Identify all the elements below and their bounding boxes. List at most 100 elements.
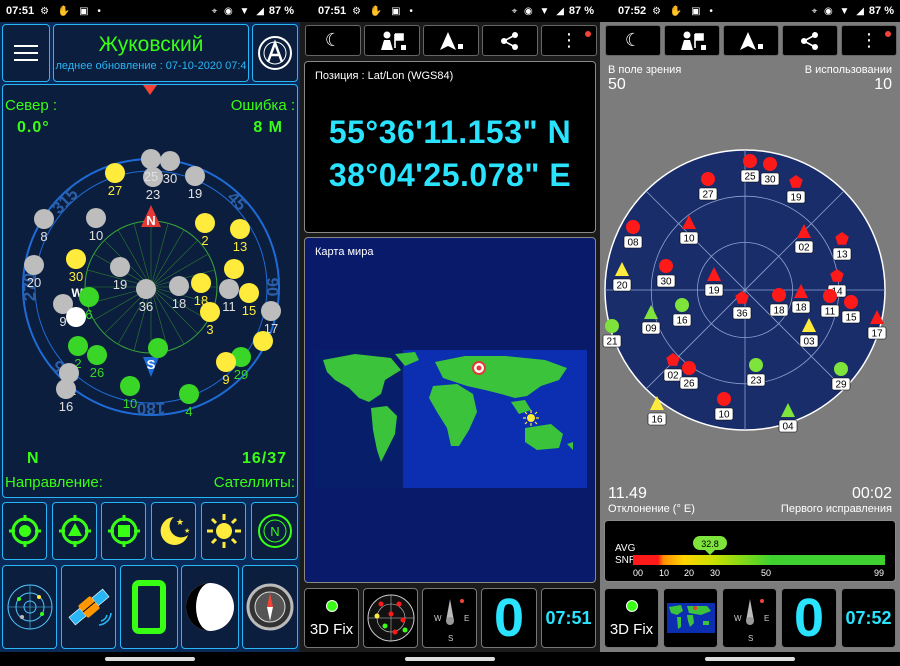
svg-text:E: E [464,614,469,623]
navigation-button[interactable] [423,25,479,56]
home-gesture-pill[interactable] [705,657,795,661]
satellite-dot: 11 [219,279,239,314]
radar-degree-label: 315 [48,184,81,217]
compass-button[interactable]: N [251,502,298,560]
satellite-dot: 30 [66,249,86,284]
satellite-dot: 25 [141,149,161,184]
moon-phase-icon [186,583,234,631]
square-target-button[interactable] [101,502,146,560]
compass-dial-button[interactable] [242,565,298,649]
night-mode-button[interactable]: ☾ [305,25,361,56]
counter-display: 0 [781,588,837,648]
satellite-dot: 36 [136,279,156,314]
satellite-id: 6 [85,307,92,322]
satellite-dot: 19 [110,257,130,292]
night-mode-button[interactable]: ★ ★ [151,502,196,560]
skyplot-satellite-id: 19 [708,286,720,297]
compass-thumb-button[interactable]: W E S [422,588,477,648]
menu-button[interactable] [2,24,50,82]
status-time: 07:51 [6,5,35,17]
home-gesture-pill[interactable] [405,657,495,661]
svg-text:S: S [748,634,753,643]
nav-bar [300,652,600,666]
fix-status-button[interactable]: 3D Fix [604,588,659,648]
direction-label: Направление: [5,474,103,491]
satellite-id: 3 [206,322,213,337]
moon-phase-button[interactable] [181,565,239,649]
skyplot-satellite-id: 10 [718,410,730,421]
share-button[interactable] [482,25,538,56]
svg-text:32.8: 32.8 [701,539,719,549]
skyplot-satellite-id: 25 [744,172,756,183]
skyplot-satellite-id: 19 [790,193,802,204]
satellite-dot: 10 [120,376,140,411]
skyplot-satellite-id: 29 [835,380,847,391]
satellite-id: 10 [123,396,137,411]
fix-status-button[interactable]: 3D Fix [304,588,359,648]
satellite-id: 18 [172,296,186,311]
skyplot-satellite-id: 26 [683,379,695,390]
satellite-dot [148,338,168,358]
skyplot-satellite-id: 03 [803,337,815,348]
satellite-id: 19 [188,186,202,201]
satellite-icon [68,588,112,626]
skyplot-satellite-id: 09 [645,324,657,335]
system-icons: ⌖ ◉ ▼ ◢ [211,5,266,17]
satellite-id: 27 [108,183,122,198]
compass-thumb-button[interactable]: W E S [722,588,777,648]
notification-icons: ⚙ ✋ ▣ • [352,5,416,17]
radar-degree-label: 45 [224,188,251,215]
counter-button[interactable] [120,565,178,649]
day-mode-button[interactable] [201,502,246,560]
satellite-id: 23 [146,187,160,202]
locate-button[interactable] [2,502,47,560]
satellite-id: 26 [90,365,104,380]
person-flag-icon [381,31,406,50]
mini-radar-icon [7,584,52,630]
satellites-label: Сателлиты: [213,474,295,491]
radar-view-button[interactable] [2,565,57,649]
screenshot-root: 07:51 ⚙ ✋ ▣ • ⌖ ◉ ▼ ◢ 87 % Жуковский лед… [0,0,900,666]
home-gesture-pill[interactable] [105,657,195,661]
compass-dial-icon [246,583,294,631]
skyplot-satellite-id: 13 [836,250,848,261]
satellite-dot: 15 [239,283,259,318]
svg-text:W: W [734,614,742,623]
satellite-id: 30 [163,171,177,186]
fix-indicator [625,600,638,612]
satellite-list-button[interactable] [61,565,116,649]
clock-value: 07:51 [545,607,592,628]
skyplot-satellite-id: 11 [825,307,836,318]
square-target-icon [107,515,140,547]
svg-text:E: E [764,614,769,623]
skyplot-satellite-id: 36 [736,309,748,320]
satellite-dot: 13 [230,219,250,254]
longitude-value: 38°04'25.078" E [328,157,572,193]
skyplot-screen: 07:52 ⚙ ✋ ▣ • ⌖ ◉ ▼ ◢ 87 % ☾ ⋮ В поле зр… [600,0,900,666]
share-location-button[interactable] [364,25,420,56]
snr-scale: 32.8 00 10 20 30 50 99 [633,536,885,578]
satellite-id: 36 [139,299,153,314]
position-caption: Позиция : Lat/Lon (WGS84) [315,70,454,82]
mini-skyplot-icon [367,594,414,642]
overflow-menu-button[interactable]: ⋮ [541,25,597,56]
world-map-box: Карта мира [304,237,596,583]
satellite-id: 30 [69,269,83,284]
satellites-value: 16/37 [241,450,287,467]
compass-mode-button[interactable] [252,24,298,82]
system-icons: ⌖ ◉ ▼ ◢ [511,5,566,17]
sun-icon [206,514,241,548]
share-icon [501,31,518,50]
triangle-target-button[interactable] [52,502,97,560]
snr-panel: AVG SNR 32.8 00 10 20 30 50 99 [604,520,896,582]
map-thumb-button[interactable] [663,588,718,648]
more-vertical-icon: ⋮ [560,30,578,50]
radar-thumb-button[interactable] [363,588,418,648]
skyplot-satellite-id: 23 [750,376,762,387]
mini-map-icon [666,603,715,633]
satellite-dot: 4 [179,384,199,419]
fix-label: 3D Fix [309,620,354,638]
satellite-dot: 17 [261,301,281,336]
satellite-dot: 2 [195,213,215,248]
skyplot-satellite-id: 16 [676,316,688,327]
